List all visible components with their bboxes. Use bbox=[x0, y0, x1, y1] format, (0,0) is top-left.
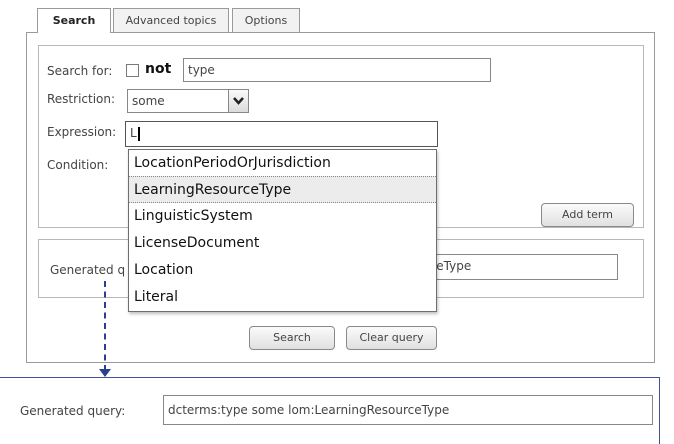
autocomplete-dropdown: LocationPeriodOrJurisdiction LearningRes… bbox=[128, 149, 437, 312]
text-cursor bbox=[137, 126, 140, 141]
generated-query-label-partial: Generated q bbox=[50, 263, 126, 277]
autocomplete-option[interactable]: Literal bbox=[129, 284, 436, 311]
autocomplete-option[interactable]: LicenseDocument bbox=[129, 230, 436, 257]
condition-label: Condition: bbox=[47, 158, 109, 172]
callout-connector bbox=[104, 281, 106, 371]
search-for-label: Search for: bbox=[47, 64, 113, 78]
tab-options[interactable]: Options bbox=[232, 8, 300, 32]
expression-value: L bbox=[130, 126, 137, 140]
clear-query-button[interactable]: Clear query bbox=[346, 326, 437, 350]
expression-label: Expression: bbox=[47, 125, 117, 139]
autocomplete-option[interactable]: LinguisticSystem bbox=[129, 203, 436, 230]
autocomplete-option[interactable]: Location bbox=[129, 257, 436, 284]
chevron-down-icon[interactable] bbox=[228, 90, 248, 112]
search-for-input[interactable]: type bbox=[183, 58, 491, 82]
search-button[interactable]: Search bbox=[249, 326, 335, 350]
generated-query-output[interactable]: dcterms:type some lom:LearningResourceTy… bbox=[163, 395, 653, 425]
autocomplete-option[interactable]: LocationPeriodOrJurisdiction bbox=[129, 150, 436, 177]
restriction-value: some bbox=[132, 94, 165, 108]
expression-input[interactable]: L bbox=[125, 121, 438, 147]
not-label: not bbox=[145, 61, 172, 77]
restriction-label: Restriction: bbox=[47, 92, 116, 106]
not-checkbox[interactable] bbox=[126, 64, 139, 77]
tab-search[interactable]: Search bbox=[37, 8, 111, 33]
tab-advanced-topics[interactable]: Advanced topics bbox=[113, 8, 229, 32]
autocomplete-option-highlighted[interactable]: LearningResourceType bbox=[129, 176, 436, 203]
arrow-down-icon bbox=[99, 369, 111, 377]
add-term-button[interactable]: Add term bbox=[541, 203, 634, 227]
generated-query-label: Generated query: bbox=[20, 404, 126, 418]
generated-query-output-value: dcterms:type some lom:LearningResourceTy… bbox=[168, 403, 450, 417]
generated-query-field[interactable]: rceType bbox=[420, 254, 618, 280]
